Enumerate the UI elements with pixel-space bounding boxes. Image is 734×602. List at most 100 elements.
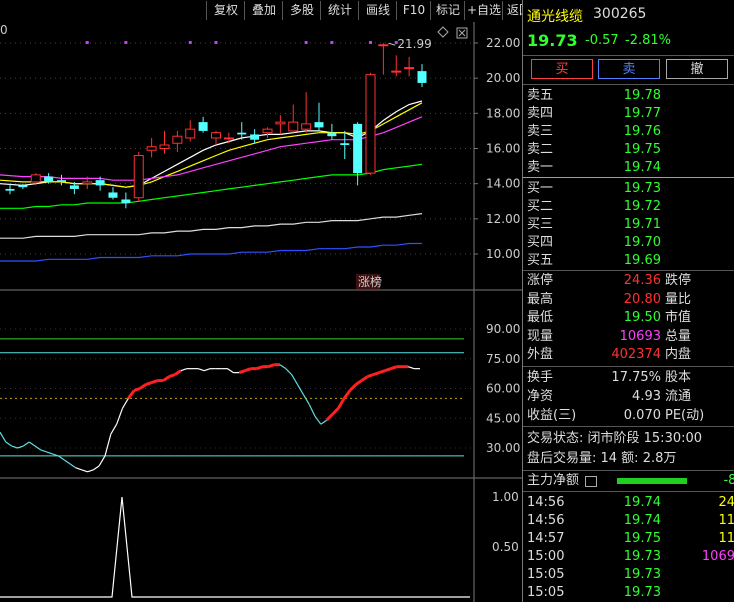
- stat-row-4-label2: 内盘: [665, 347, 692, 362]
- bid-level-3[interactable]: 买三 19.71: [523, 216, 734, 234]
- oscillator-segment: [384, 367, 392, 373]
- ask-level-5-value: 19.78: [623, 88, 661, 103]
- signal-dot: [304, 41, 308, 44]
- stat-row-0[interactable]: 涨停 24.36 跌停: [523, 272, 734, 290]
- diamond-icon: [437, 26, 449, 38]
- candle-body: [275, 121, 286, 125]
- bid-level-5-label: 买五: [527, 253, 554, 268]
- candle-body: [159, 144, 170, 149]
- ask-level-1-label: 卖一: [527, 160, 554, 175]
- tick-time: 15:05: [527, 585, 565, 600]
- oscillator-segment: [390, 365, 398, 371]
- tick-time: 14:56: [527, 513, 565, 528]
- toolbar-item-2[interactable]: 多股: [282, 1, 321, 20]
- oscillator-segment: [0, 431, 7, 443]
- signal-dot: [214, 41, 218, 44]
- oscillator-segment: [139, 383, 147, 390]
- oscillator-segment: [92, 465, 100, 471]
- ask-level-2-value: 19.75: [623, 142, 661, 157]
- stat-row-1[interactable]: 最高 20.80 量比: [523, 291, 734, 309]
- toolbar-item-4[interactable]: 画线: [358, 1, 397, 20]
- current-price: 19.73: [527, 31, 578, 50]
- oscillator-segment: [314, 415, 322, 425]
- oscillator-segment: [121, 398, 129, 409]
- toolbar-item-6[interactable]: 标记: [430, 1, 465, 20]
- ask-level-1[interactable]: 卖一 19.74: [523, 159, 734, 177]
- bid-level-4-label: 买四: [527, 235, 554, 250]
- tick-price: 19.73: [623, 567, 661, 582]
- buy-button[interactable]: 买: [531, 59, 593, 79]
- bid-level-1[interactable]: 买一 19.73: [523, 180, 734, 198]
- oscillator-segment: [244, 367, 252, 373]
- bid-level-5[interactable]: 买五 19.69: [523, 252, 734, 270]
- ask-level-2[interactable]: 卖二 19.75: [523, 141, 734, 159]
- main-flow-row[interactable]: 主力净额 -862: [523, 472, 734, 490]
- tick-volume: 1069: [701, 549, 734, 564]
- oscillator-segment: [360, 375, 369, 382]
- candle-body: [146, 146, 157, 151]
- mid-tick-label: 30.00: [486, 441, 520, 455]
- oscillator-segment: [302, 394, 310, 405]
- ask-level-4[interactable]: 卖四 19.77: [523, 105, 734, 123]
- oscillator-segment: [227, 368, 234, 374]
- oscillator-segment: [256, 365, 263, 371]
- candle-body: [327, 132, 337, 137]
- toolbar-item-3[interactable]: 统计: [320, 1, 359, 20]
- price-tick-label: 10.00: [486, 247, 520, 261]
- ask-level-5-label: 卖五: [527, 88, 554, 103]
- mid-tick-label: 60.00: [486, 382, 520, 396]
- trade-status-row: 交易状态: 闭市阶段 15:30:00: [523, 430, 734, 448]
- candle-body: [172, 135, 183, 144]
- tick-time: 14:57: [527, 531, 565, 546]
- oscillator-segment: [5, 441, 13, 447]
- stock-code: 300265: [593, 6, 647, 22]
- tick-row: 14:56 19.74 11: [523, 512, 734, 530]
- oscillator-segment: [57, 455, 65, 461]
- tick-row: 14:56 19.74 24: [523, 494, 734, 512]
- price-change: -0.57: [585, 33, 619, 48]
- tick-time: 14:56: [527, 495, 565, 510]
- stat2-row-0[interactable]: 换手 17.75% 股本: [523, 369, 734, 387]
- stat-row-4[interactable]: 外盘 402374 内盘: [523, 346, 734, 364]
- stat2-row-1[interactable]: 净资 4.93 流通: [523, 388, 734, 406]
- cancel-order-button[interactable]: 撤: [666, 59, 728, 79]
- toolbar-item-7[interactable]: +自选: [464, 1, 503, 20]
- oscillator-segment: [127, 389, 136, 400]
- bid-level-3-value: 19.71: [623, 217, 661, 232]
- candle-body: [288, 121, 299, 132]
- candle-body: [404, 67, 415, 70]
- stat-row-3[interactable]: 现量 10693 总量: [523, 328, 734, 346]
- candle-body: [314, 122, 324, 128]
- bid-level-4[interactable]: 买四 19.70: [523, 234, 734, 252]
- candle-body: [95, 180, 105, 186]
- ask-level-3[interactable]: 卖三 19.76: [523, 123, 734, 141]
- candle-body: [18, 185, 28, 188]
- oscillator-segment: [408, 366, 415, 370]
- toolbar-item-1[interactable]: 叠加: [244, 1, 283, 20]
- stat2-row-2-label2: PE(动): [665, 408, 705, 423]
- candle-body: [185, 128, 196, 139]
- oscillator-segment: [325, 413, 334, 422]
- stat2-row-0-value: 17.75%: [611, 370, 661, 385]
- stat-row-3-label: 现量: [527, 328, 554, 344]
- toolbar-item-0[interactable]: 复权: [206, 1, 245, 20]
- candle-body: [108, 192, 118, 198]
- candle-body: [5, 188, 15, 191]
- sell-button[interactable]: 卖: [598, 59, 660, 79]
- bid-level-1-label: 买一: [527, 181, 554, 196]
- main-flow-label: 主力净额: [527, 473, 580, 488]
- tick-row: 15:05 19.73: [523, 584, 734, 602]
- stat2-row-2[interactable]: 收益(三) 0.070 PE(动): [523, 407, 734, 425]
- chart-area: 22.00 20.00 18.00 16.00 14.00 12.00 10.00 90.00…: [0, 22, 522, 602]
- quote-panel: 通光线缆 300265 19.73 -0.57 -2.81% 买 卖 撤 卖五 1…: [522, 0, 734, 602]
- tick-price: 19.74: [623, 513, 661, 528]
- bid-level-2[interactable]: 买二 19.72: [523, 198, 734, 216]
- oscillator-segment: [46, 451, 53, 455]
- stat-row-2[interactable]: 最低 19.50 市值: [523, 309, 734, 327]
- stat-row-0-value: 24.36: [623, 273, 661, 288]
- trade-status: 交易状态: 闭市阶段 15:30:00: [527, 431, 703, 446]
- toolbar-item-5[interactable]: F10: [396, 1, 431, 20]
- ask-level-5[interactable]: 卖五 19.78: [523, 87, 734, 105]
- mid-tick-label: 75.00: [486, 352, 520, 366]
- stat-row-2-value: 19.50: [623, 310, 661, 325]
